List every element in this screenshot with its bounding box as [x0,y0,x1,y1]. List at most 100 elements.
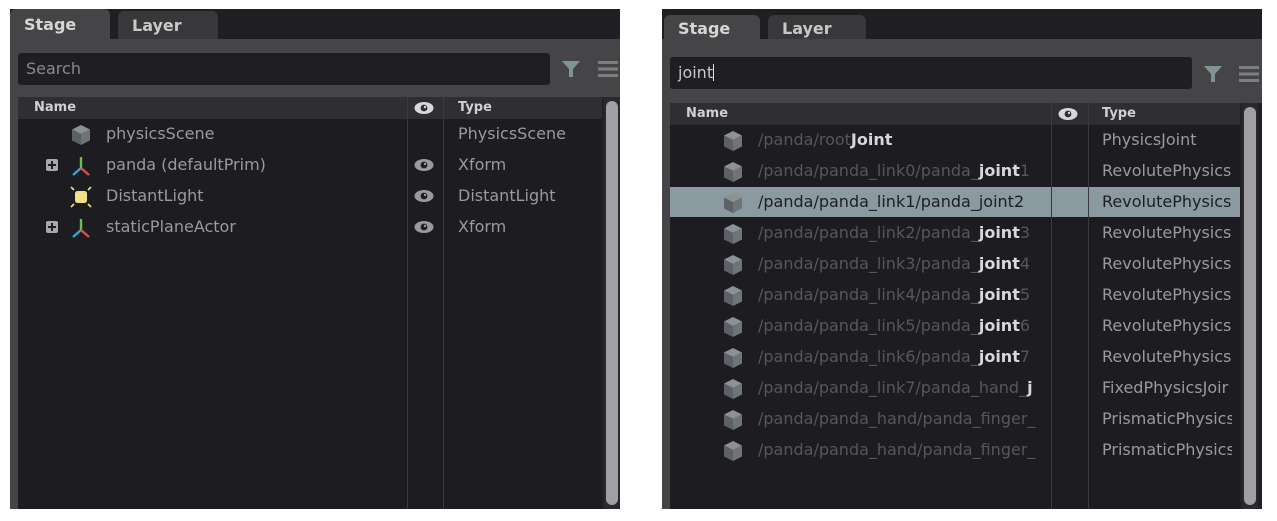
cube-icon [724,286,742,306]
prim-path: /panda/panda_link4/panda_joint5 [758,285,1050,304]
toolbar: joint [662,39,1262,103]
prim-path: /panda/panda_link0/panda_joint1 [758,161,1050,180]
tree-row[interactable]: /panda/rootJoint PhysicsJoint [670,125,1240,155]
cube-icon [724,131,742,151]
path-prefix: /panda/panda_link2/panda_ [758,223,979,242]
prim-path: /panda/panda_link7/panda_hand_j [758,378,1050,397]
prim-path: /panda/panda_link3/panda_joint4 [758,254,1050,273]
column-type[interactable]: Type [458,100,492,115]
search-input[interactable]: Search [18,53,550,85]
visibility-toggle-icon[interactable] [414,220,434,234]
vertical-scrollbar[interactable] [604,97,620,509]
panel-border [662,39,670,509]
tab-stage[interactable]: Stage [664,15,760,39]
tree-row[interactable]: DistantLight DistantLight [18,181,602,211]
path-suffix: 1 [1019,161,1031,180]
expand-icon[interactable] [46,221,58,233]
path-prefix: /panda/root [758,130,851,149]
cube-icon [724,348,742,368]
path-prefix: /panda/panda_link0/panda_ [758,161,979,180]
tree-row[interactable]: /panda/panda_link2/panda_joint3 RevoluteP… [670,218,1240,248]
search-match: joint [978,192,1014,211]
menu-icon[interactable] [598,60,618,78]
column-divider[interactable] [1051,103,1052,509]
tree-row[interactable]: physicsScene PhysicsScene [18,119,602,149]
tree-row[interactable]: /panda/panda_link6/panda_joint7 RevoluteP… [670,342,1240,372]
stage-panel-right: Stage Layer joint Name Type /panda/rootJ… [662,9,1262,509]
filter-icon[interactable] [561,59,581,79]
tab-stage[interactable]: Stage [10,9,110,39]
tree-row[interactable]: /panda/panda_link3/panda_joint4 RevoluteP… [670,249,1240,279]
column-type[interactable]: Type [1102,106,1136,121]
toolbar: Search [10,39,620,97]
search-placeholder: Search [26,59,81,78]
tree-row[interactable]: /panda/panda_hand/panda_finger_ Prismatic… [670,404,1240,434]
path-prefix: /panda/panda_link5/panda_ [758,316,979,335]
path-prefix: /panda/panda_link3/panda_ [758,254,979,273]
column-divider[interactable] [443,97,444,509]
search-input[interactable]: joint [670,57,1192,89]
search-match: joint [978,316,1020,335]
prim-type: FixedPhysicsJoir [1102,378,1229,397]
tree-row[interactable]: /panda/panda_link5/panda_joint6 RevoluteP… [670,311,1240,341]
vertical-scrollbar[interactable] [1242,103,1258,509]
visibility-toggle-icon[interactable] [414,158,434,172]
tree-row[interactable]: staticPlaneActor Xform [18,212,602,242]
eye-icon[interactable] [414,101,434,115]
stage-tree: physicsScene PhysicsScene panda (default… [18,119,602,509]
prim-type: RevolutePhysics… [1102,347,1232,366]
eye-icon[interactable] [1058,107,1078,121]
light-icon [70,186,92,208]
menu-icon[interactable] [1239,65,1259,83]
cube-icon [724,255,742,275]
tab-layer[interactable]: Layer [768,15,866,39]
column-name[interactable]: Name [34,100,76,115]
tree-row[interactable]: /panda/panda_link0/panda_joint1 RevoluteP… [670,156,1240,186]
search-match: joint [978,223,1020,242]
path-suffix: 5 [1019,285,1031,304]
prim-path: /panda/rootJoint [758,130,1050,149]
column-header: Name Type [670,103,1240,125]
prim-path: /panda/panda_link6/panda_joint7 [758,347,1050,366]
search-match: joint [978,161,1020,180]
tree-row[interactable]: /panda/panda_hand/panda_finger_ Prismatic… [670,435,1240,465]
expand-icon[interactable] [46,159,58,171]
column-name[interactable]: Name [686,106,728,121]
prim-type: RevolutePhysics… [1102,161,1232,180]
prim-name: physicsScene [106,124,215,143]
path-prefix: /panda/panda_link7/panda_hand_ [758,378,1028,397]
tab-bar: Stage Layer [662,9,1262,39]
scrollbar-thumb[interactable] [1244,107,1256,505]
search-match: joint [978,254,1020,273]
tree-row[interactable]: panda (defaultPrim) Xform [18,150,602,180]
prim-path: /panda/panda_hand/panda_finger_ [758,409,1050,428]
text-caret [713,64,715,81]
column-divider[interactable] [407,97,408,509]
tab-layer[interactable]: Layer [118,11,218,39]
prim-type: RevolutePhysics… [1102,316,1232,335]
stage-tree: /panda/rootJoint PhysicsJoint/panda/panda… [670,125,1240,509]
path-prefix: /panda/panda_link1/panda_ [758,192,979,211]
cube-icon [724,317,742,337]
path-prefix: /panda/panda_link6/panda_ [758,347,979,366]
filter-icon[interactable] [1203,64,1223,84]
prim-type: PhysicsScene [458,124,566,143]
prim-path: /panda/panda_link5/panda_joint6 [758,316,1050,335]
path-suffix: 6 [1019,316,1031,335]
visibility-toggle-icon[interactable] [414,189,434,203]
path-suffix: 2 [1013,192,1025,211]
xform-axes-icon [72,157,90,176]
prim-type: PhysicsJoint [1102,130,1197,149]
prim-type: Xform [458,217,507,236]
path-suffix: 7 [1019,347,1031,366]
prim-type: DistantLight [458,186,556,205]
tree-row[interactable]: /panda/panda_link4/panda_joint5 RevoluteP… [670,280,1240,310]
column-header: Name Type [18,97,602,119]
stage-panel-left: Stage Layer Search Name Type physicsScen… [10,9,620,509]
scrollbar-thumb[interactable] [606,101,618,505]
prim-type: RevolutePhysics… [1102,254,1232,273]
column-divider[interactable] [1088,103,1089,509]
search-value: joint [678,63,714,82]
tree-row[interactable]: /panda/panda_link7/panda_hand_j FixedPhys… [670,373,1240,403]
tree-row[interactable]: /panda/panda_link1/panda_joint2 RevoluteP… [670,187,1240,217]
